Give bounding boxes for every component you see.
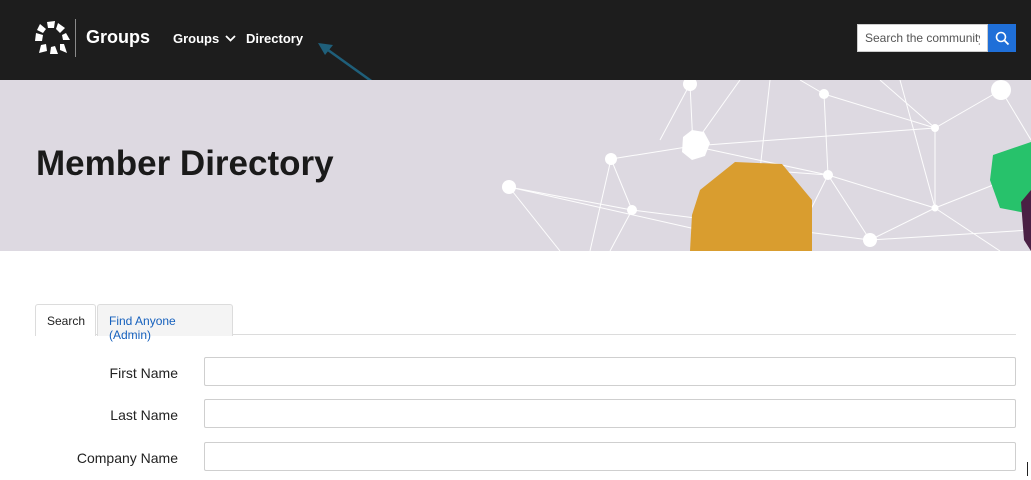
top-navigation-bar: Groups Groups Directory bbox=[0, 0, 1031, 80]
page-banner: Member Directory bbox=[0, 80, 1031, 251]
chevron-down-icon bbox=[225, 35, 236, 42]
text-cursor bbox=[1027, 462, 1028, 476]
logo-divider bbox=[75, 19, 76, 57]
directory-tabs: Search Find Anyone (Admin) bbox=[35, 304, 1016, 342]
last-name-input[interactable] bbox=[204, 399, 1016, 428]
page-title: Member Directory bbox=[36, 144, 334, 183]
search-button[interactable] bbox=[988, 24, 1016, 52]
company-name-label: Company Name bbox=[76, 450, 178, 466]
brand-name[interactable]: Groups bbox=[86, 27, 150, 48]
last-name-label: Last Name bbox=[110, 407, 178, 423]
first-name-label: First Name bbox=[109, 365, 178, 381]
tab-find-anyone-admin[interactable]: Find Anyone (Admin) bbox=[97, 304, 233, 342]
community-logo-icon[interactable] bbox=[33, 20, 73, 56]
nav-groups-label: Groups bbox=[173, 31, 220, 46]
search-icon bbox=[995, 31, 1009, 45]
first-name-input[interactable] bbox=[204, 357, 1016, 386]
tab-search[interactable]: Search bbox=[35, 304, 96, 336]
nav-groups-dropdown[interactable]: Groups bbox=[173, 31, 236, 46]
company-name-input[interactable] bbox=[204, 442, 1016, 471]
nav-directory-link[interactable]: Directory bbox=[246, 31, 303, 46]
community-search-input[interactable] bbox=[857, 24, 988, 52]
